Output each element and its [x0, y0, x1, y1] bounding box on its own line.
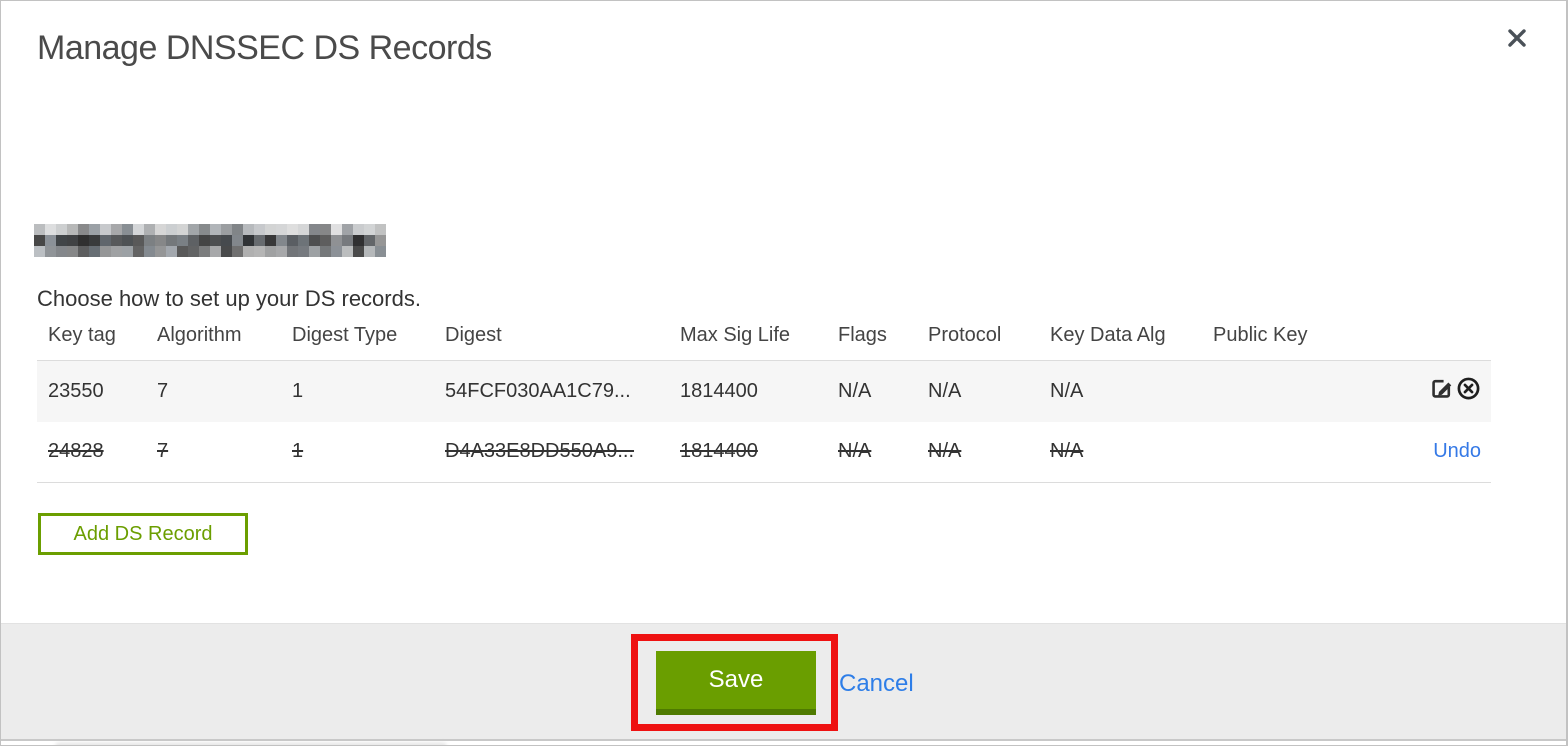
cell-actions: Undo: [1344, 422, 1491, 483]
col-key-data-alg: Key Data Alg: [1050, 324, 1213, 361]
col-digest-type: Digest Type: [292, 324, 445, 361]
table-header-row: Key tag Algorithm Digest Type Digest Max…: [37, 324, 1491, 361]
col-actions: [1344, 324, 1491, 361]
edit-icon: [1429, 376, 1454, 401]
cell-digest-type: 1: [292, 440, 304, 463]
col-max-sig-life: Max Sig Life: [680, 324, 838, 361]
delete-icon: [1456, 376, 1481, 401]
cell-flags: N/A: [838, 440, 872, 463]
col-public-key: Public Key: [1213, 324, 1344, 361]
col-flags: Flags: [838, 324, 928, 361]
cell-digest-type: 1: [292, 360, 445, 422]
col-digest: Digest: [445, 324, 680, 361]
table-row: 23550 7 1 54FCF030AA1C79... 1814400 N/A …: [37, 360, 1491, 422]
cell-digest: 54FCF030AA1C79...: [445, 360, 680, 422]
ds-records-table: Key tag Algorithm Digest Type Digest Max…: [37, 324, 1491, 483]
undo-link[interactable]: Undo: [1433, 440, 1481, 462]
dnssec-dialog: Manage DNSSEC DS Records Choose how to s…: [0, 0, 1568, 746]
edit-record-button[interactable]: [1428, 376, 1454, 402]
cell-key-tag: 23550: [37, 360, 157, 422]
cell-protocol: N/A: [928, 440, 962, 463]
save-button[interactable]: Save: [656, 651, 816, 715]
cancel-link[interactable]: Cancel: [839, 670, 914, 698]
close-icon: [1506, 27, 1528, 49]
col-algorithm: Algorithm: [157, 324, 292, 361]
cell-max-sig-life: 1814400: [680, 440, 758, 463]
col-protocol: Protocol: [928, 324, 1050, 361]
add-ds-record-button[interactable]: Add DS Record: [38, 513, 248, 555]
cell-protocol: N/A: [928, 360, 1050, 422]
table-row-deleted: 24828 7 1 D4A33E8DD550A9... 1814400 N/A …: [37, 422, 1491, 483]
col-key-tag: Key tag: [37, 324, 157, 361]
close-button[interactable]: [1502, 23, 1532, 53]
subtitle: Choose how to set up your DS records.: [37, 286, 421, 311]
delete-record-button[interactable]: [1455, 376, 1481, 402]
cell-flags: N/A: [838, 360, 928, 422]
cell-algorithm: 7: [157, 440, 169, 463]
page-title: Manage DNSSEC DS Records: [37, 29, 492, 67]
cell-digest: D4A33E8DD550A9...: [445, 440, 635, 463]
cell-public-key: [1213, 422, 1344, 483]
cell-max-sig-life: 1814400: [680, 360, 838, 422]
cell-key-data-alg: N/A: [1050, 440, 1084, 463]
cell-actions: [1344, 360, 1491, 422]
cell-algorithm: 7: [157, 360, 292, 422]
cell-key-data-alg: N/A: [1050, 360, 1213, 422]
cell-public-key: [1213, 360, 1344, 422]
cell-key-tag: 24828: [48, 440, 104, 463]
redacted-domain-name: [34, 224, 386, 257]
